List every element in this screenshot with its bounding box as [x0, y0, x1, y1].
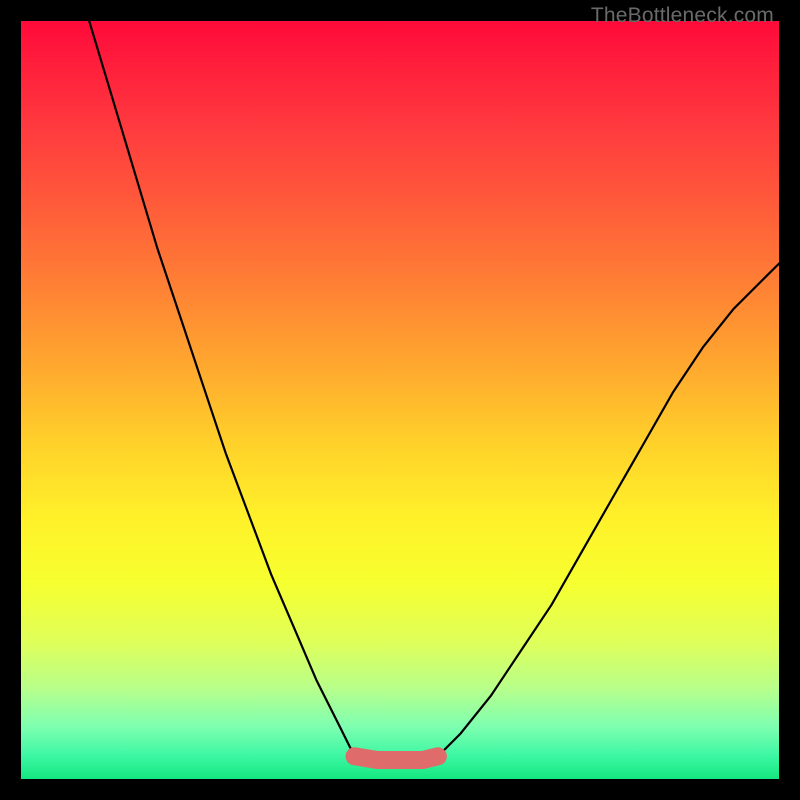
chart-frame: TheBottleneck.com: [0, 0, 800, 800]
bottleneck-curve: [89, 21, 779, 760]
watermark-text: TheBottleneck.com: [591, 4, 774, 28]
curve-group: [89, 21, 779, 760]
plot-area: [21, 21, 779, 779]
chart-svg: [21, 21, 779, 779]
basin-highlight: [355, 756, 438, 760]
